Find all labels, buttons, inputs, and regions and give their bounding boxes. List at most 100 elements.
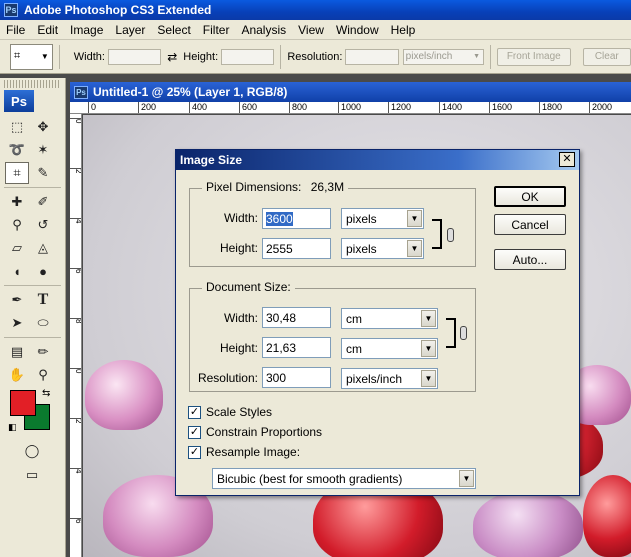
magic-wand-tool-icon[interactable]: ✶ xyxy=(31,139,55,161)
healing-brush-tool-icon[interactable]: ✚ xyxy=(5,191,29,213)
doc-height-input[interactable]: 21,63 xyxy=(262,337,331,358)
divider xyxy=(4,285,61,286)
resample-method-select[interactable]: Bicubic (best for smooth gradients) ▼ xyxy=(212,468,476,489)
ruler-tick: 0 xyxy=(70,368,81,373)
tool-preset-picker[interactable]: ⌗ ▼ xyxy=(10,43,53,70)
menu-image[interactable]: Image xyxy=(64,23,109,37)
brush-tool-icon[interactable]: ✐ xyxy=(31,191,55,213)
red-heart-candy xyxy=(583,475,631,557)
height-field[interactable] xyxy=(221,48,275,65)
resolution-units-value: pixels/inch xyxy=(405,51,453,62)
menu-analysis[interactable]: Analysis xyxy=(235,23,292,37)
width-label: Width: xyxy=(73,50,105,63)
menu-layer[interactable]: Layer xyxy=(109,23,151,37)
ruler-tick: 0 xyxy=(70,118,81,123)
ruler-tick: 4 xyxy=(70,218,81,223)
toolbox-grip[interactable] xyxy=(4,80,61,88)
pixel-width-input[interactable]: 3600 xyxy=(262,208,331,229)
menu-edit[interactable]: Edit xyxy=(31,23,64,37)
doc-width-unit-select[interactable]: cm ▼ xyxy=(341,308,438,329)
doc-height-unit-value: cm xyxy=(346,341,362,356)
pixel-height-unit-select[interactable]: pixels ▼ xyxy=(341,238,424,259)
ruler-tick: 6 xyxy=(70,518,81,523)
width-field[interactable] xyxy=(107,48,162,65)
pixel-width-unit-select[interactable]: pixels ▼ xyxy=(341,208,424,229)
vertical-ruler[interactable]: 0 2 4 6 8 0 2 4 6 xyxy=(70,114,82,557)
doc-height-unit-select[interactable]: cm ▼ xyxy=(341,338,438,359)
resolution-field[interactable] xyxy=(345,48,399,65)
menu-file[interactable]: File xyxy=(0,23,31,37)
default-colors-icon[interactable]: ◧ xyxy=(8,422,17,433)
path-selection-tool-icon[interactable]: ➤ xyxy=(5,312,29,334)
slice-tool-icon[interactable]: ✎ xyxy=(31,162,55,184)
chevron-down-icon: ▼ xyxy=(421,340,436,357)
doc-height-value: 21,63 xyxy=(266,340,297,355)
resolution-input[interactable]: 300 xyxy=(262,367,331,388)
checkbox-checked-icon: ✓ xyxy=(188,425,201,439)
doc-width-input[interactable]: 30,48 xyxy=(262,307,331,328)
quick-mask-icon[interactable]: ◯ xyxy=(20,440,44,462)
ruler-tick: 1600 xyxy=(489,102,512,113)
close-icon[interactable]: ✕ xyxy=(559,152,575,167)
zoom-tool-icon[interactable]: ⚲ xyxy=(31,364,55,386)
document-title-bar[interactable]: Ps Untitled-1 @ 25% (Layer 1, RGB/8) xyxy=(70,82,631,102)
resample-image-checkbox[interactable]: ✓ Resample Image: xyxy=(188,445,300,459)
clone-stamp-tool-icon[interactable]: ⚲ xyxy=(5,214,29,236)
scale-styles-checkbox[interactable]: ✓ Scale Styles xyxy=(188,405,272,419)
ok-button[interactable]: OK xyxy=(494,186,566,207)
front-image-button[interactable]: Front Image xyxy=(497,47,571,66)
hand-tool-icon[interactable]: ✋ xyxy=(5,364,29,386)
pixel-height-input[interactable]: 2555 xyxy=(262,238,331,259)
eraser-tool-icon[interactable]: ▱ xyxy=(5,237,29,259)
doc-width-label: Width: xyxy=(223,311,258,325)
cancel-button[interactable]: Cancel xyxy=(494,214,566,235)
swap-colors-icon[interactable]: ⇆ xyxy=(42,388,50,399)
move-tool-icon[interactable]: ✥ xyxy=(31,116,55,138)
doc-height-label: Height: xyxy=(219,341,258,355)
menu-window[interactable]: Window xyxy=(330,23,385,37)
constrain-proportions-checkbox[interactable]: ✓ Constrain Proportions xyxy=(188,425,322,439)
screen-mode-icon[interactable]: ▭ xyxy=(20,464,44,486)
notes-tool-icon[interactable]: ▤ xyxy=(5,341,29,363)
dodge-tool-icon[interactable]: ● xyxy=(31,260,55,282)
divider xyxy=(4,187,61,188)
pen-tool-icon[interactable]: ✒ xyxy=(5,289,29,311)
menu-help[interactable]: Help xyxy=(385,23,422,37)
scale-styles-label: Scale Styles xyxy=(206,405,273,419)
history-brush-tool-icon[interactable]: ↺ xyxy=(31,214,55,236)
constrain-bracket xyxy=(432,219,442,249)
photoshop-logo[interactable]: Ps xyxy=(4,90,34,112)
menu-select[interactable]: Select xyxy=(151,23,196,37)
marquee-tool-icon[interactable]: ⬚ xyxy=(5,116,29,138)
chevron-down-icon: ▼ xyxy=(407,210,422,227)
swap-icon[interactable]: ⇄ xyxy=(167,50,177,64)
ellipse-tool-icon[interactable]: ⬭ xyxy=(31,312,55,334)
lasso-tool-icon[interactable]: ➰ xyxy=(5,139,29,161)
paint-bucket-tool-icon[interactable]: ◬ xyxy=(31,237,55,259)
pink-heart-candy xyxy=(85,360,163,430)
chevron-down-icon: ▼ xyxy=(40,52,49,61)
resolution-units-select[interactable]: pixels/inch ▼ xyxy=(402,48,485,65)
height-label: Height: xyxy=(183,50,219,63)
photoshop-app-icon: Ps xyxy=(4,3,18,17)
dialog-title-bar[interactable]: Image Size ✕ xyxy=(176,150,579,170)
constrain-bracket xyxy=(446,318,456,348)
auto-button[interactable]: Auto... xyxy=(494,249,566,270)
menu-bar: File Edit Image Layer Select Filter Anal… xyxy=(0,20,631,40)
clear-button[interactable]: Clear xyxy=(582,47,631,66)
divider xyxy=(490,44,491,69)
foreground-color-swatch[interactable] xyxy=(10,390,36,416)
horizontal-ruler[interactable]: 0 200 400 600 800 1000 1200 1400 1600 18… xyxy=(70,102,631,114)
menu-filter[interactable]: Filter xyxy=(197,23,236,37)
chevron-down-icon: ▼ xyxy=(407,240,422,257)
resolution-unit-select[interactable]: pixels/inch ▼ xyxy=(341,368,438,389)
eyedropper-tool-icon[interactable]: ✏ xyxy=(31,341,55,363)
blur-tool-icon[interactable]: ◖ xyxy=(5,260,29,282)
type-tool-icon[interactable]: T xyxy=(31,289,55,311)
ruler-tick: 2 xyxy=(70,418,81,423)
menu-view[interactable]: View xyxy=(292,23,330,37)
checkbox-checked-icon: ✓ xyxy=(188,445,201,459)
ruler-tick: 2 xyxy=(70,168,81,173)
crop-tool-icon[interactable]: ⌗ xyxy=(5,162,29,184)
ruler-tick: 6 xyxy=(70,268,81,273)
